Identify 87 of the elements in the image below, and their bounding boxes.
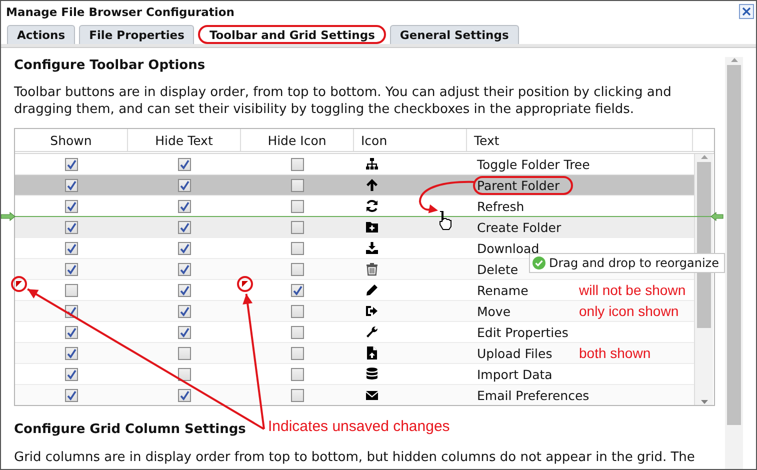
checkbox[interactable] [65, 326, 78, 338]
column-header[interactable]: Icon [354, 129, 467, 151]
checkbox[interactable] [291, 200, 304, 212]
envelope-icon [365, 388, 379, 402]
annotation-note: only icon shown [579, 303, 679, 319]
pencil-icon [365, 283, 379, 297]
toolbar-item-text[interactable]: Edit Properties [473, 322, 573, 342]
checkbox[interactable] [65, 220, 78, 234]
exit-arrow-icon [365, 304, 379, 318]
scroll-up-icon [730, 57, 738, 63]
checkbox[interactable] [178, 200, 191, 212]
toolbar-item-text[interactable]: Parent Folder [473, 176, 573, 194]
scroll-down-icon [700, 399, 708, 405]
toolbar-item-text[interactable]: Move [473, 302, 573, 320]
annotation-note: will not be shown [579, 282, 686, 298]
checkbox[interactable] [291, 368, 304, 380]
checkbox[interactable] [65, 178, 78, 192]
checkbox[interactable] [291, 178, 304, 192]
checkbox[interactable] [291, 388, 304, 402]
tree-icon [365, 157, 379, 171]
checkbox[interactable] [178, 326, 191, 338]
checkbox[interactable] [291, 304, 304, 318]
checkbox[interactable] [291, 220, 304, 234]
annotation-note: both shown [579, 345, 651, 361]
check-circle-icon [532, 256, 546, 270]
download-icon [365, 241, 379, 255]
scroll-up-icon [700, 154, 708, 160]
database-icon [365, 367, 379, 381]
column-header[interactable]: Text [467, 129, 693, 151]
column-header[interactable]: Hide Text [128, 129, 241, 151]
checkbox[interactable] [65, 346, 78, 360]
toolbar-item-text[interactable]: Upload Files [473, 344, 573, 362]
checkbox[interactable] [178, 284, 191, 296]
checkbox[interactable] [65, 284, 78, 296]
curved-arrow [419, 181, 476, 214]
checkbox[interactable] [178, 368, 191, 380]
tab[interactable]: File Properties [79, 25, 194, 44]
up-arrow-icon [365, 178, 379, 192]
toolbar-item-text[interactable]: Refresh [473, 196, 573, 216]
checkbox[interactable] [65, 368, 78, 380]
close-icon [741, 6, 752, 17]
checkbox[interactable] [178, 262, 191, 276]
description: Toolbar buttons are in display order, from top to bottom. You can adjust their position by clicking and dragging them, and can set their visibility by toggling the checkboxes in the appropriate fields. [14, 84, 672, 118]
checkbox[interactable] [291, 346, 304, 360]
toolbar-item-text[interactable]: Import Data [473, 364, 573, 384]
checkbox[interactable] [65, 262, 78, 276]
checkbox[interactable] [65, 158, 78, 170]
checkbox[interactable] [178, 242, 191, 254]
toolbar-item-text[interactable]: Rename [473, 280, 573, 300]
refresh-icon [365, 199, 379, 213]
checkbox[interactable] [65, 242, 78, 254]
checkbox[interactable] [291, 326, 304, 338]
checkbox[interactable] [178, 178, 191, 192]
tab[interactable]: Toolbar and Grid Settings [198, 25, 386, 44]
checkbox[interactable] [291, 284, 304, 296]
checkbox[interactable] [178, 346, 191, 360]
checkbox[interactable] [178, 158, 191, 170]
checkbox[interactable] [291, 242, 304, 254]
checkbox[interactable] [65, 388, 78, 402]
checkbox[interactable] [178, 304, 191, 318]
tab[interactable]: General Settings [390, 25, 519, 44]
window-title: Manage File Browser Configuration [6, 4, 234, 18]
drag-tooltip: Drag and drop to reorganize [529, 253, 725, 273]
section-heading: Configure Grid Column Settings [14, 422, 246, 437]
column-header[interactable]: Hide Icon [241, 129, 354, 151]
toolbar-item-text[interactable]: Create Folder [473, 218, 573, 236]
toolbar-item-text[interactable]: Toggle Folder Tree [473, 154, 594, 174]
toolbar-item-text[interactable]: Email Preferences [473, 386, 594, 404]
tab[interactable]: Actions [7, 25, 76, 44]
highlight-circle [237, 276, 253, 292]
folder-plus-icon [365, 220, 379, 234]
scrollbar[interactable] [725, 57, 743, 469]
trash-icon [365, 262, 379, 276]
checkbox[interactable] [178, 220, 191, 234]
checkbox[interactable] [291, 262, 304, 276]
wrench-icon [365, 325, 379, 339]
column-header[interactable]: Shown [15, 129, 128, 151]
file-upload-icon [365, 346, 379, 360]
close-button[interactable] [739, 4, 754, 19]
hand-cursor-icon [440, 211, 452, 230]
checkbox[interactable] [65, 200, 78, 212]
section-heading: Configure Toolbar Options [14, 58, 206, 73]
annotation-label: Indicates unsaved changes [268, 418, 450, 435]
highlight-circle [11, 276, 27, 292]
description: Grid columns are in display order from top to bottom, but hidden columns do not appear in the grid. The [14, 449, 696, 466]
checkbox[interactable] [291, 158, 304, 170]
checkbox[interactable] [178, 388, 191, 402]
